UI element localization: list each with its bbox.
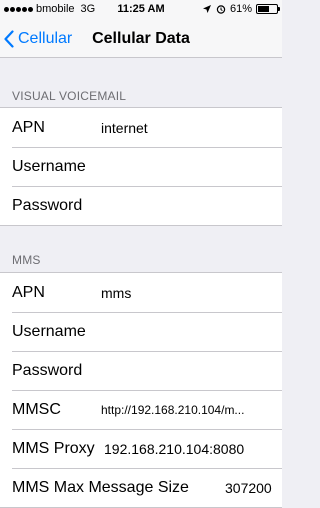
vvm-apn-label: APN <box>12 119 45 136</box>
mmsc-label: MMSC <box>12 401 61 418</box>
vvm-username-label: Username <box>12 158 86 175</box>
mms-proxy-field[interactable]: 192.168.210.104:8080 <box>104 441 244 457</box>
mms-max-size-field[interactable]: 307200 <box>225 480 272 496</box>
battery-percentage: 61% <box>229 3 252 15</box>
mms-password-row[interactable]: Password <box>0 351 282 390</box>
mms-username-row[interactable]: Username <box>0 312 282 351</box>
vvm-password-label: Password <box>12 197 83 214</box>
mms-proxy-row[interactable]: MMS Proxy 192.168.210.104:8080 <box>0 429 282 468</box>
mms-max-size-row[interactable]: MMS Max Message Size 307200 <box>0 468 282 507</box>
mms-proxy-label: MMS Proxy <box>12 440 95 457</box>
vvm-password-row[interactable]: Password <box>0 186 282 225</box>
navigation-bar: Cellular Cellular Data <box>0 20 282 58</box>
mmsc-row[interactable]: MMSC http://192.168.210.104/m... <box>0 390 282 429</box>
mms-apn-label: APN <box>12 284 45 301</box>
battery-fill <box>258 6 269 12</box>
mms-max-size-label: MMS Max Message Size <box>12 479 189 496</box>
mms-apn-row[interactable]: APN mms <box>0 273 282 312</box>
section-header-mms: MMS <box>12 253 41 267</box>
status-bar: bmobile 3G 11:25 AM 61% <box>0 0 282 20</box>
vvm-apn-field[interactable]: internet <box>101 120 148 136</box>
battery-icon <box>256 4 280 14</box>
vvm-username-row[interactable]: Username <box>0 147 282 186</box>
section-header-visual-voicemail: VISUAL VOICEMAIL <box>12 89 127 103</box>
visual-voicemail-group: APN internet Username Password <box>0 107 282 226</box>
location-arrow-icon <box>202 5 211 13</box>
mms-password-label: Password <box>12 362 83 379</box>
mms-group: APN mms Username Password MMSC http://19… <box>0 272 282 508</box>
vvm-apn-row[interactable]: APN internet <box>0 108 282 147</box>
page-title: Cellular Data <box>92 30 190 47</box>
mms-username-label: Username <box>12 323 86 340</box>
alarm-clock-icon <box>216 5 226 14</box>
mms-apn-field[interactable]: mms <box>101 285 131 301</box>
mmsc-field[interactable]: http://192.168.210.104/m... <box>101 403 244 417</box>
